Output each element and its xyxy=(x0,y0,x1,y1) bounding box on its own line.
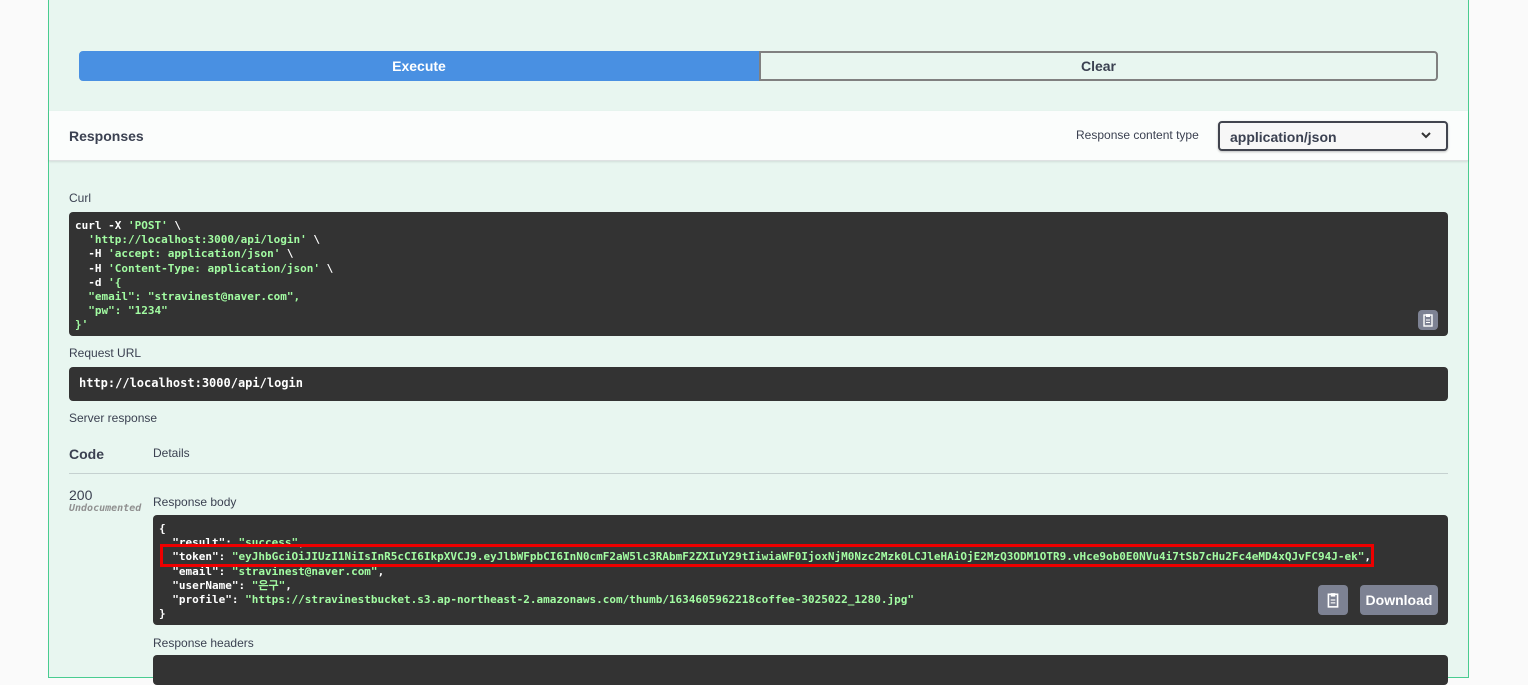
code-string: }' xyxy=(75,318,89,332)
code-text: "profile": xyxy=(159,593,246,607)
code-line: "userName": "은구", xyxy=(159,579,1442,593)
code-string: "은구" xyxy=(251,578,286,592)
request-url-value: http://localhost:3000/api/login xyxy=(69,367,1448,401)
code-string: 'POST' xyxy=(127,219,168,232)
status-code: 200 xyxy=(69,487,93,503)
code-string: 'http://localhost:3000/api/login' xyxy=(88,233,307,247)
clipboard-icon[interactable] xyxy=(1318,585,1348,615)
code-text: -H xyxy=(75,261,109,275)
code-text: -d xyxy=(75,275,109,289)
code-text: { xyxy=(159,522,166,535)
code-text: "userName": xyxy=(159,578,252,592)
execute-wrapper: Execute Clear xyxy=(79,51,1438,81)
code-text: \ xyxy=(320,261,334,275)
code-string: "email": "stravinest@naver.com", xyxy=(88,290,301,304)
responses-title: Responses xyxy=(69,128,144,144)
code-line: -H 'Content-Type: application/json' \ xyxy=(75,262,1442,276)
code-text: -H xyxy=(75,247,109,261)
code-string: 'accept: application/json' xyxy=(108,247,281,261)
code-text: , xyxy=(285,578,292,592)
response-body-label: Response body xyxy=(153,495,237,509)
code-line: -H 'accept: application/json' \ xyxy=(75,247,1442,261)
code-line: 'http://localhost:3000/api/login' \ xyxy=(75,233,1442,247)
code-line: "email": "stravinest@naver.com", xyxy=(75,290,1442,304)
code-string: "https://stravinestbucket.s3.ap-northeas… xyxy=(245,593,914,607)
download-button[interactable]: Download xyxy=(1360,585,1438,615)
response-table-header: Code Details xyxy=(69,444,1448,474)
server-response-label: Server response xyxy=(69,411,158,425)
request-url-label: Request URL xyxy=(69,346,142,360)
code-text: } xyxy=(159,607,166,621)
undocumented-note: Undocumented xyxy=(69,503,142,514)
curl-code-block: curl -X 'POST' \ 'http://localhost:3000/… xyxy=(69,212,1448,336)
code-line: curl -X 'POST' \ xyxy=(75,219,1442,233)
code-text: \ xyxy=(306,233,321,247)
code-column-header: Code xyxy=(69,446,104,462)
code-text: \ xyxy=(167,219,181,232)
code-line: -d '{ xyxy=(75,276,1442,290)
content-type-label: Response content type xyxy=(1076,128,1199,142)
code-line: "pw": "1234" xyxy=(75,304,1442,318)
code-string: 'Content-Type: application/json' xyxy=(108,261,321,275)
responses-header: Responses Response content type applicat… xyxy=(49,111,1468,161)
code-line: } xyxy=(159,607,1442,621)
token-highlight-box xyxy=(160,544,1374,567)
response-body-code: { "result": "success", "token": "eyJhbGc… xyxy=(153,515,1448,625)
execute-button[interactable]: Execute xyxy=(79,51,759,81)
clipboard-icon[interactable] xyxy=(1418,310,1438,330)
details-column-header: Details xyxy=(153,446,190,460)
code-line: }' xyxy=(75,318,1442,332)
response-headers-code xyxy=(153,655,1448,685)
chevron-down-icon xyxy=(1420,129,1432,144)
code-string: "pw": "1234" xyxy=(88,304,168,318)
code-text: \ xyxy=(280,247,294,261)
content-type-select[interactable]: application/json xyxy=(1218,121,1448,151)
response-headers-label: Response headers xyxy=(153,636,254,650)
operation-block: Execute Clear Responses Response content… xyxy=(48,0,1469,685)
code-string: '{ xyxy=(108,275,122,289)
code-line: { xyxy=(159,522,1442,536)
content-type-value: application/json xyxy=(1230,129,1337,145)
code-line: "profile": "https://stravinestbucket.s3.… xyxy=(159,593,1442,607)
clear-button[interactable]: Clear xyxy=(759,51,1438,81)
curl-label: Curl xyxy=(69,191,92,205)
code-text: curl -X xyxy=(75,219,128,232)
